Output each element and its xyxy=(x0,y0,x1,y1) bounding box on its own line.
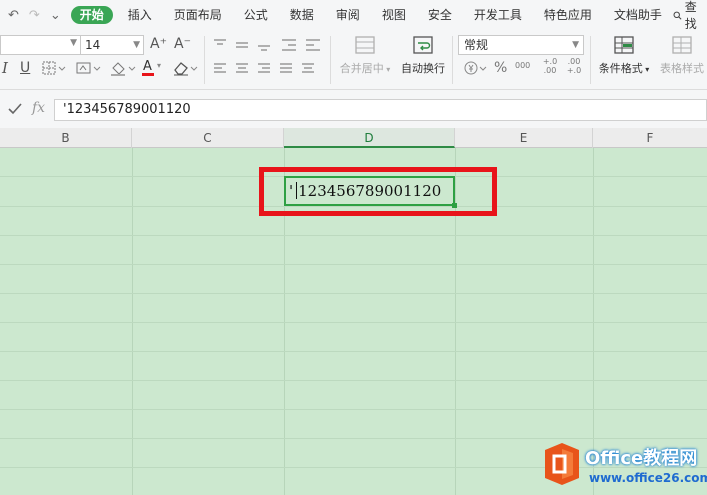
table-style-button[interactable]: 表格样式 xyxy=(656,34,707,76)
merge-center-label: 合并居中 xyxy=(339,62,384,75)
decrease-decimal-button[interactable]: .00 +.0 xyxy=(564,57,584,75)
undo-icon[interactable]: ↶ xyxy=(8,8,19,23)
tab-doc-assistant[interactable]: 文档助手 xyxy=(603,6,673,24)
formula-input[interactable]: '123456789001120 xyxy=(54,99,707,121)
tab-special-apps[interactable]: 特色应用 xyxy=(533,6,603,24)
table-style-label: 表格样式 xyxy=(660,62,704,75)
shrink-font-button[interactable]: A⁻ xyxy=(174,36,191,52)
font-size-value: 14 xyxy=(85,38,101,52)
tab-insert[interactable]: 插入 xyxy=(117,6,163,24)
tab-formulas[interactable]: 公式 xyxy=(233,6,279,24)
align-top-icon[interactable] xyxy=(214,38,274,52)
font-color-button[interactable]: A ▾ xyxy=(142,59,168,77)
number-format-value: 常规 xyxy=(464,38,489,52)
tab-security[interactable]: 安全 xyxy=(417,6,463,24)
conditional-format-label: 条件格式 xyxy=(598,62,643,75)
font-color-icon: A xyxy=(143,59,152,74)
search-icon xyxy=(673,11,682,20)
watermark-site: www.office26.com xyxy=(589,471,707,485)
align-left-icon[interactable] xyxy=(214,62,324,76)
tab-page-layout[interactable]: 页面布局 xyxy=(163,6,233,24)
table-style-icon xyxy=(672,36,692,54)
conditional-format-icon xyxy=(614,36,634,54)
office-logo-icon xyxy=(545,443,579,485)
grow-font-button[interactable]: A⁺ xyxy=(150,36,167,52)
ribbon-toolbar: ▼ 14 ▼ A⁺ A⁻ 合并居中 ▾ 自动换行 常规 ▼ 条件格式 ▾ 表格样… xyxy=(0,30,707,90)
increase-decimal-button[interactable]: +.0.00 xyxy=(540,57,560,75)
tab-data[interactable]: 数据 xyxy=(279,6,325,24)
formula-bar: fx '123456789001120 xyxy=(0,90,707,128)
column-header-b[interactable]: B xyxy=(0,128,132,148)
percent-button[interactable]: % xyxy=(494,60,507,76)
border-icon[interactable] xyxy=(42,60,72,76)
quick-access-more-icon[interactable]: ⌄ xyxy=(50,8,61,23)
font-name-select[interactable]: ▼ xyxy=(0,35,80,55)
italic-button[interactable]: I xyxy=(2,60,8,76)
tab-developer[interactable]: 开发工具 xyxy=(463,6,533,24)
tab-home[interactable]: 开始 xyxy=(70,6,113,24)
underline-button[interactable]: U xyxy=(20,60,30,76)
indent-icon[interactable] xyxy=(282,38,322,52)
quick-access: ↶ ↷ ⌄ xyxy=(0,8,61,23)
insert-function-button[interactable]: fx xyxy=(32,100,45,116)
column-headers: B C D E F xyxy=(0,128,707,148)
chevron-down-icon: ▼ xyxy=(133,40,140,50)
confirm-check-icon[interactable] xyxy=(8,102,22,116)
currency-icon[interactable] xyxy=(464,60,490,76)
chevron-down-icon: ▼ xyxy=(70,38,77,48)
tab-review[interactable]: 审阅 xyxy=(325,6,371,24)
search-label: 查找 xyxy=(684,0,697,31)
number-format-select[interactable]: 常规 ▼ xyxy=(458,35,584,55)
highlight-box xyxy=(259,167,497,216)
watermark: Office教程网 www.office26.com xyxy=(541,440,707,495)
cell-format-icon[interactable] xyxy=(76,60,106,76)
column-header-d[interactable]: D xyxy=(284,128,455,148)
fill-color-icon[interactable] xyxy=(110,60,140,76)
chevron-down-icon: ▼ xyxy=(572,40,579,50)
ribbon-tab-bar: ↶ ↷ ⌄ 开始 插入 页面布局 公式 数据 审阅 视图 安全 开发工具 特色应… xyxy=(0,0,707,32)
tab-view[interactable]: 视图 xyxy=(371,6,417,24)
watermark-brand: Office教程网 xyxy=(585,448,698,469)
column-header-f[interactable]: F xyxy=(593,128,707,148)
wrap-text-button[interactable]: 自动换行 xyxy=(398,34,448,76)
font-size-select[interactable]: 14 ▼ xyxy=(80,35,144,55)
thousands-button[interactable]: 000 xyxy=(515,58,530,74)
eraser-icon[interactable] xyxy=(172,60,200,76)
wrap-text-label: 自动换行 xyxy=(401,62,445,75)
column-header-c[interactable]: C xyxy=(132,128,284,148)
wrap-text-icon xyxy=(413,36,433,54)
search-button[interactable]: 查找 xyxy=(673,0,707,32)
merge-center-button[interactable]: 合并居中 ▾ xyxy=(336,34,394,76)
column-header-e[interactable]: E xyxy=(455,128,593,148)
merge-cells-icon xyxy=(355,36,375,54)
conditional-format-button[interactable]: 条件格式 ▾ xyxy=(596,34,652,76)
redo-icon[interactable]: ↷ xyxy=(29,8,40,23)
